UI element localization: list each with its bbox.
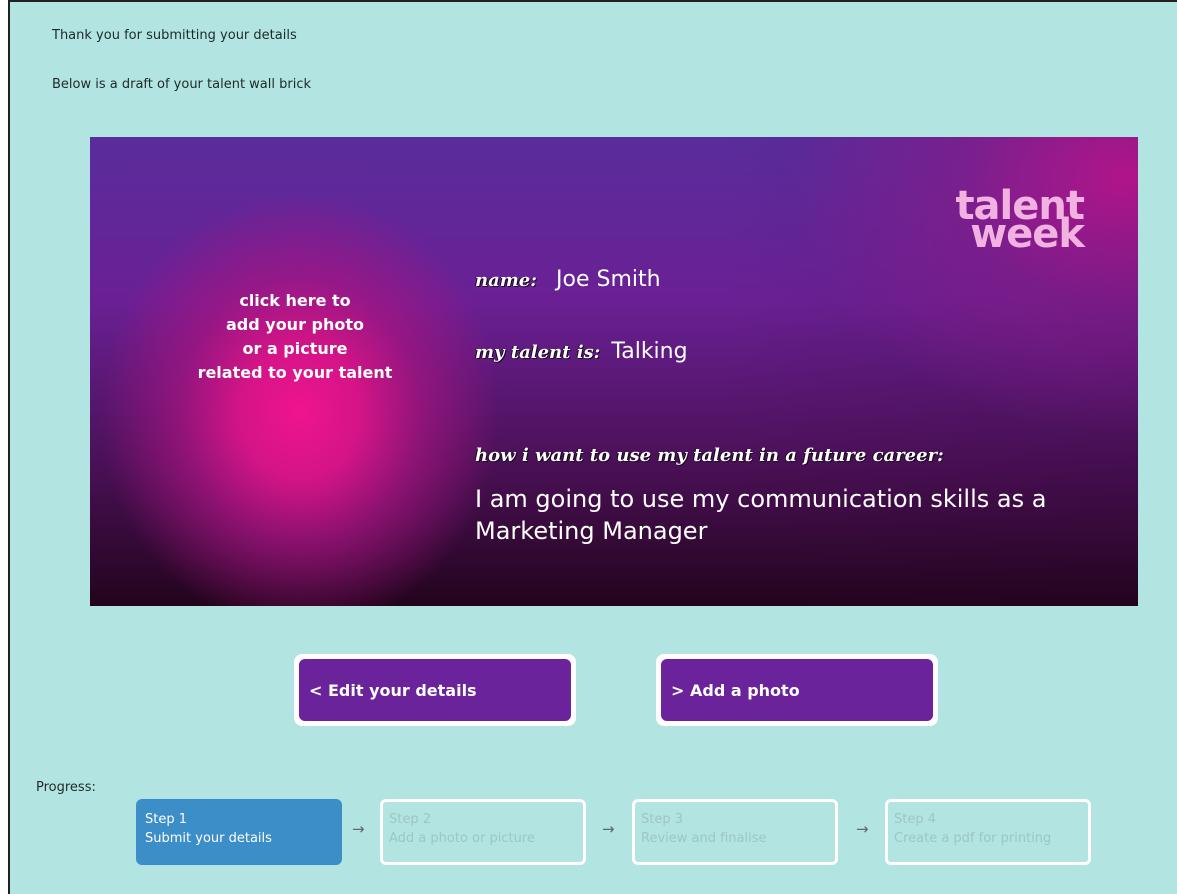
step-description: Submit your details <box>145 831 272 846</box>
add-photo-area[interactable]: click here to add your photo or a pictur… <box>180 289 410 385</box>
progress-label: Progress: <box>36 780 96 795</box>
add-photo-button-frame: > Add a photo <box>656 654 938 726</box>
arrow-right-icon: → <box>352 820 365 838</box>
photo-cta-line: related to your talent <box>197 363 393 382</box>
arrow-right-icon: → <box>856 820 869 838</box>
add-photo-button[interactable]: > Add a photo <box>661 659 933 721</box>
edit-details-button-frame: < Edit your details <box>294 654 576 726</box>
talent-row: my talent is: Talking <box>475 339 688 364</box>
talent-week-logo: talent week <box>955 186 1085 257</box>
progress-step-4: Step 4 Create a pdf for printing <box>885 799 1091 865</box>
talent-brick-preview: talent week click here to add your photo… <box>90 137 1138 606</box>
progress-step-1: Step 1 Submit your details <box>136 799 342 865</box>
step-description: Create a pdf for printing <box>894 831 1052 846</box>
progress-step-2: Step 2 Add a photo or picture <box>380 799 586 865</box>
edit-details-button[interactable]: < Edit your details <box>299 659 571 721</box>
step-title: Step 3 <box>641 812 684 827</box>
step-description: Add a photo or picture <box>389 831 535 846</box>
step-description: Review and finalise <box>641 831 767 846</box>
page-frame: Thank you for submitting your details Be… <box>8 0 1177 894</box>
name-value: Joe Smith <box>556 267 661 292</box>
thank-you-message: Thank you for submitting your details <box>52 28 297 43</box>
talent-label: my talent is: <box>475 342 601 363</box>
name-label: name: <box>475 270 537 291</box>
step-title: Step 2 <box>389 812 432 827</box>
progress-step-3: Step 3 Review and finalise <box>632 799 838 865</box>
photo-cta-line: or a picture <box>242 339 348 358</box>
photo-cta-line: add your photo <box>225 315 365 334</box>
name-row: name: Joe Smith <box>475 267 661 292</box>
career-label: how i want to use my talent in a future … <box>475 445 944 466</box>
photo-cta-line: click here to <box>239 291 351 310</box>
career-value: I am going to use my communication skill… <box>475 485 1047 545</box>
step-title: Step 1 <box>145 812 188 827</box>
step-title: Step 4 <box>894 812 937 827</box>
arrow-right-icon: → <box>602 820 615 838</box>
logo-word-week: week <box>970 211 1085 257</box>
draft-message: Below is a draft of your talent wall bri… <box>52 77 312 92</box>
talent-value: Talking <box>611 339 688 364</box>
